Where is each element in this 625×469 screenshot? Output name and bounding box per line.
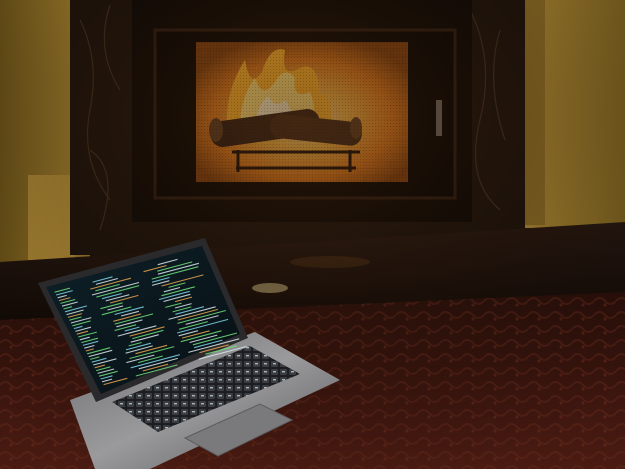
scene-illustration bbox=[0, 0, 625, 469]
photo-scene bbox=[0, 0, 625, 469]
